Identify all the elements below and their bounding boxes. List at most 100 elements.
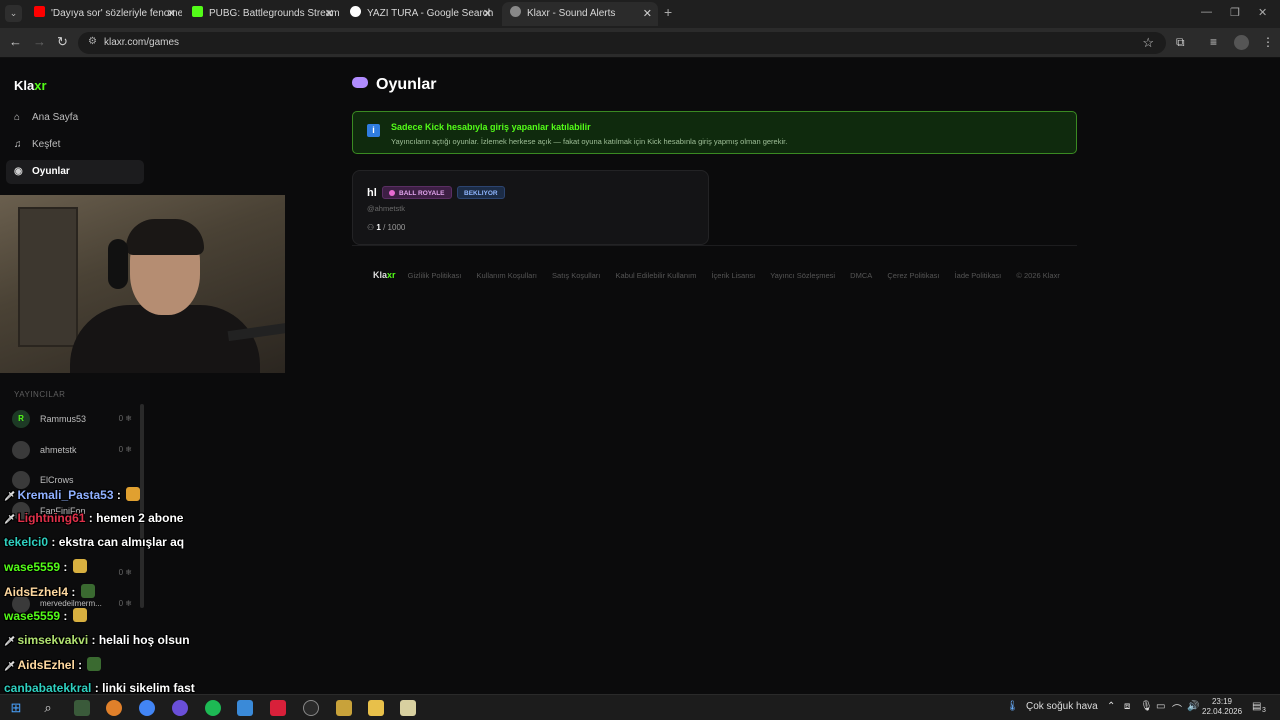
windows-start-icon[interactable]: ⊞ bbox=[8, 700, 24, 716]
chat-message: wase5559 : bbox=[4, 559, 87, 574]
klaxr-logo[interactable]: Klaxr bbox=[14, 78, 47, 93]
chat-message: 🗡 simsekvakvi : helali hoş olsun bbox=[4, 633, 190, 647]
footer-link-streamer-agreement[interactable]: Yayıncı Sözleşmesi bbox=[770, 271, 835, 280]
content-divider bbox=[352, 245, 1077, 246]
chat-message: wase5559 : bbox=[4, 608, 87, 623]
url-text: klaxr.com/games bbox=[104, 37, 180, 48]
bookmark-star-icon[interactable]: ☆ bbox=[1142, 35, 1154, 51]
reload-icon[interactable]: ↻ bbox=[57, 34, 68, 50]
sidebar-scrollbar[interactable] bbox=[140, 404, 144, 608]
music-icon: ♫ bbox=[14, 139, 22, 150]
footer-copyright: © 2026 Klaxr bbox=[1016, 271, 1060, 280]
browser-tab-active[interactable]: Klaxr - Sound Alerts ✕ bbox=[502, 2, 658, 26]
footer-logo[interactable]: Klaxr bbox=[373, 270, 396, 280]
headphones bbox=[108, 239, 128, 289]
file-explorer-icon[interactable] bbox=[368, 700, 384, 716]
sword-badge-icon: 🗡 bbox=[4, 661, 16, 671]
chat-message: tekelci0 : ekstra can almışlar aq bbox=[4, 535, 185, 549]
browser-tab[interactable]: YAZI TURA - Google Search ✕ bbox=[346, 2, 498, 26]
game-host[interactable]: @ahmetstk bbox=[367, 204, 405, 213]
sword-badge-icon: 🗡 bbox=[4, 636, 16, 646]
notification-icon[interactable]: ▤ bbox=[1252, 701, 1261, 712]
footer-link-refund[interactable]: İade Politikası bbox=[955, 271, 1002, 280]
app-icon[interactable] bbox=[74, 700, 90, 716]
restore-icon[interactable]: ❐ bbox=[1230, 6, 1240, 19]
site-info-icon[interactable]: ⚙ bbox=[88, 36, 97, 47]
tray-chevron-icon[interactable]: ⌃ bbox=[1107, 701, 1115, 712]
nav-item-explore[interactable]: ♫ Keşfet bbox=[6, 133, 144, 157]
nav-item-home[interactable]: ⌂ Ana Sayfa bbox=[6, 106, 144, 130]
wifi-icon[interactable]: ⌒ bbox=[1172, 701, 1182, 716]
close-tab-icon[interactable]: ✕ bbox=[167, 2, 176, 26]
forward-icon[interactable]: → bbox=[33, 34, 46, 49]
chat-message: canbabatekkral : linki sikelim fast bbox=[4, 681, 195, 695]
app-icon[interactable] bbox=[400, 700, 416, 716]
extensions-icon[interactable]: ⧉ bbox=[1176, 35, 1185, 50]
notice-text: Yayıncıların açtığı oyunlar. İzlemek her… bbox=[391, 137, 788, 146]
footer-link-content-license[interactable]: İçerik Lisansı bbox=[711, 271, 755, 280]
browser-tab[interactable]: 'Dayıya sor' sözleriyle fenomen ✕ bbox=[30, 2, 182, 26]
discord-icon[interactable] bbox=[172, 700, 188, 716]
volume-icon[interactable]: 🔊 bbox=[1187, 701, 1199, 712]
minimize-icon[interactable]: — bbox=[1201, 6, 1212, 18]
avatar: R bbox=[12, 410, 30, 428]
close-tab-icon[interactable]: ✕ bbox=[643, 2, 652, 26]
users-icon: ⚇ bbox=[367, 223, 375, 232]
tray-app-icon[interactable]: ⧈ bbox=[1124, 701, 1130, 712]
browser-tab[interactable]: PUBG: Battlegrounds Streaming ✕ bbox=[188, 2, 340, 26]
close-window-icon[interactable]: ✕ bbox=[1258, 6, 1267, 19]
notice-title: Sadece Kick hesabıyla giriş yapanlar kat… bbox=[391, 122, 591, 132]
streamers-section-label: YAYINCILAR bbox=[14, 390, 66, 399]
tab-search-icon[interactable]: ⌄ bbox=[5, 5, 22, 22]
streamer-item[interactable]: R Rammus53 0 ❄ bbox=[12, 410, 136, 434]
footer-link-sales[interactable]: Satış Koşulları bbox=[552, 271, 600, 280]
search-icon[interactable]: ⌕ bbox=[40, 700, 56, 716]
nav-item-games[interactable]: ◉ Oyunlar bbox=[6, 160, 144, 184]
menu-icon[interactable]: ⋮ bbox=[1262, 35, 1274, 49]
status-badge: BEKLIYOR bbox=[457, 186, 505, 199]
emote-icon bbox=[72, 559, 87, 573]
back-icon[interactable]: ← bbox=[9, 34, 22, 49]
game-title: hl bbox=[367, 187, 377, 199]
footer-link-terms[interactable]: Kullanım Koşulları bbox=[476, 271, 536, 280]
youtube-icon bbox=[34, 6, 45, 17]
footer-link-acceptable-use[interactable]: Kabul Edilebilir Kullanım bbox=[615, 271, 696, 280]
player-count: ⚇ 1 / 1000 bbox=[367, 223, 406, 232]
address-bar[interactable]: ⚙ klaxr.com/games ☆ bbox=[78, 32, 1166, 54]
weather-text[interactable]: Çok soğuk hava bbox=[1026, 701, 1098, 712]
microphone-icon[interactable]: 🎙 bbox=[1140, 701, 1153, 712]
emote-icon bbox=[87, 657, 102, 671]
app-icon[interactable] bbox=[237, 700, 253, 716]
info-notice: i Sadece Kick hesabıyla giriş yapanlar k… bbox=[352, 111, 1077, 154]
new-tab-icon[interactable]: + bbox=[664, 4, 672, 20]
app-icon[interactable] bbox=[336, 700, 352, 716]
close-tab-icon[interactable]: ✕ bbox=[325, 2, 334, 26]
obs-icon[interactable] bbox=[303, 700, 319, 716]
app-icon[interactable] bbox=[270, 700, 286, 716]
chat-message: 🗡 Lightning61 : hemen 2 abone bbox=[4, 511, 184, 525]
emote-icon bbox=[126, 487, 141, 501]
footer-link-cookies[interactable]: Çerez Politikası bbox=[887, 271, 939, 280]
brave-icon[interactable] bbox=[106, 700, 122, 716]
chat-message: 🗡 Kremali_Pasta53 : bbox=[4, 487, 141, 502]
webcam-person-hair bbox=[126, 219, 204, 255]
profile-avatar[interactable] bbox=[1234, 35, 1249, 50]
game-card[interactable]: hl BALL ROYALE BEKLIYOR @ahmetstk ⚇ 1 / … bbox=[352, 170, 709, 245]
footer-link-privacy[interactable]: Gizlilik Politikası bbox=[408, 271, 462, 280]
sword-badge-icon: 🗡 bbox=[4, 491, 16, 501]
info-icon: i bbox=[367, 124, 380, 137]
clock[interactable]: 23:19 22.04.2026 bbox=[1202, 697, 1242, 717]
spotify-icon[interactable] bbox=[205, 700, 221, 716]
streamer-item[interactable]: ahmetstk 0 ❄ bbox=[12, 441, 136, 465]
chrome-icon[interactable] bbox=[139, 700, 155, 716]
google-icon bbox=[350, 6, 361, 17]
avatar bbox=[12, 441, 30, 459]
media-icon[interactable]: ≡ bbox=[1210, 35, 1217, 49]
notification-count: 3 bbox=[1262, 707, 1266, 714]
close-tab-icon[interactable]: ✕ bbox=[483, 2, 492, 26]
page-title: Oyunlar bbox=[352, 76, 436, 94]
ball-icon bbox=[389, 190, 395, 196]
tray-app-icon[interactable]: ▭ bbox=[1156, 701, 1165, 712]
footer-link-dmca[interactable]: DMCA bbox=[850, 271, 872, 280]
chat-message: AidsEzhel4 : bbox=[4, 584, 95, 599]
